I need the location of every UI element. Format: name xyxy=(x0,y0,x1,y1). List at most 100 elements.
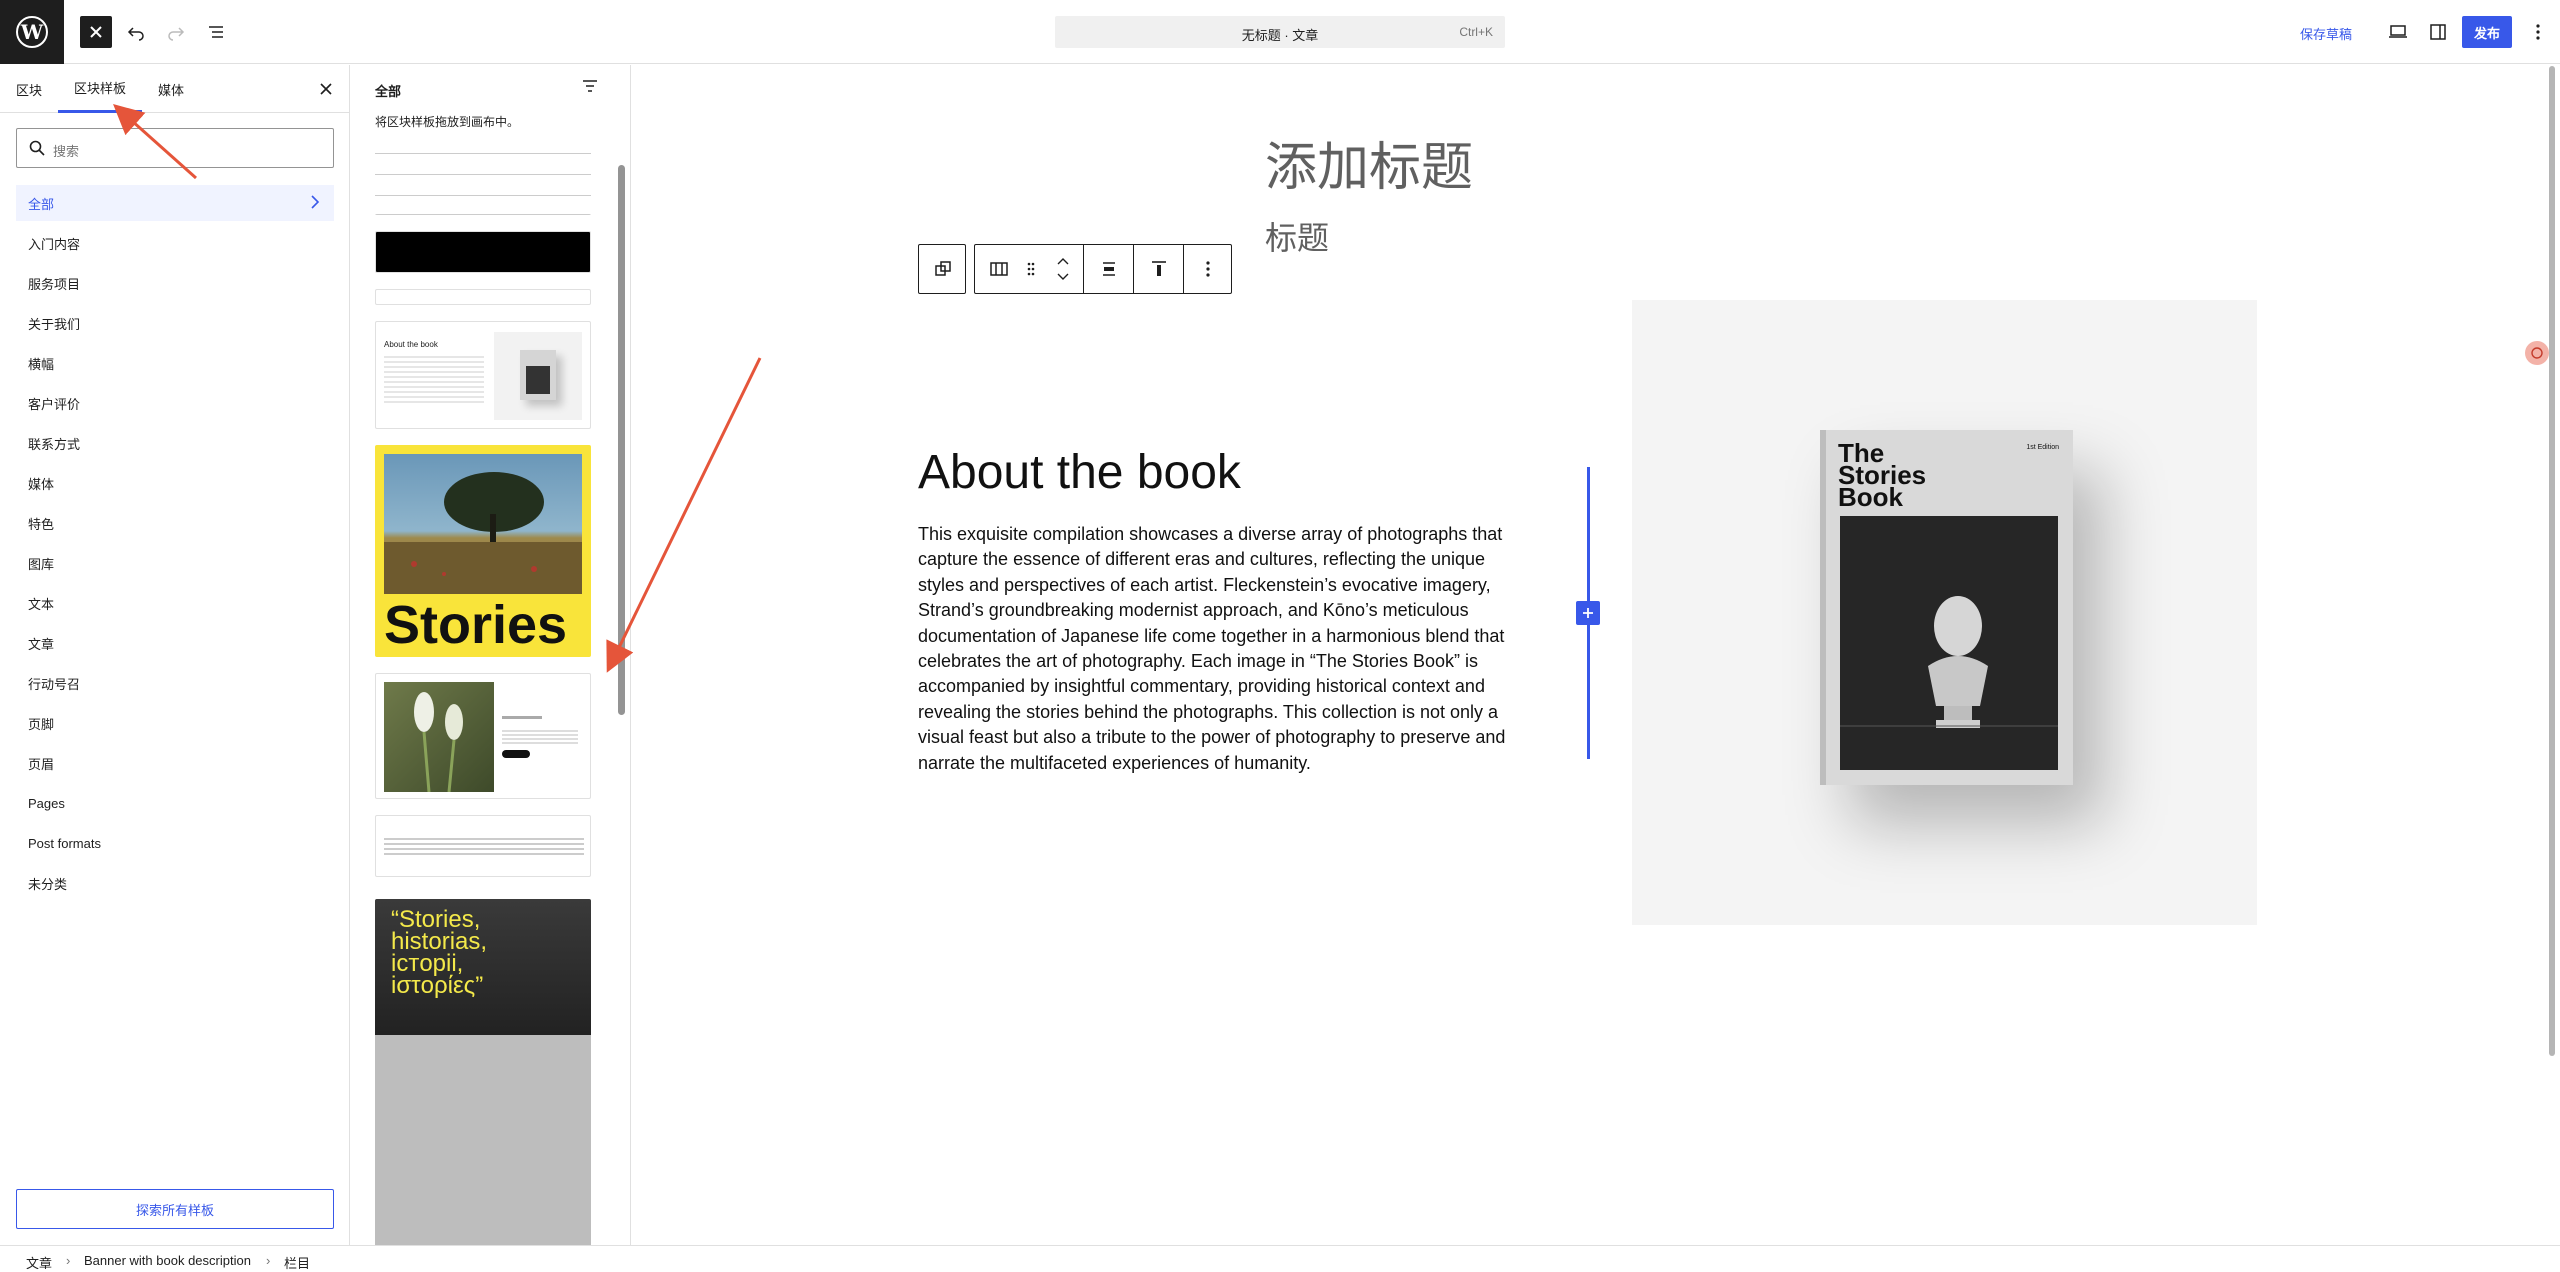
breadcrumb-columns[interactable]: 栏目 xyxy=(284,1253,310,1272)
document-title: 无标题 · 文章 xyxy=(1241,28,1319,43)
category-item[interactable]: 媒体 xyxy=(16,465,334,501)
desktop-preview-icon xyxy=(2389,25,2407,38)
bust-photo xyxy=(1840,516,2058,770)
pattern-list-scrollbar[interactable] xyxy=(618,165,625,715)
about-heading[interactable]: About the book xyxy=(918,445,1241,500)
redo-button[interactable] xyxy=(160,16,192,48)
move-up-down-buttons[interactable] xyxy=(1043,245,1083,293)
pattern-card-stories-quote[interactable]: “Stories, historias, iстopii, iστoρίες” xyxy=(375,899,591,1245)
pattern-list-panel: 全部 将区块样板拖放到画布中。 About the book Stories “… xyxy=(351,65,631,1245)
justify-button[interactable] xyxy=(1085,245,1133,293)
add-block-button[interactable] xyxy=(1576,601,1600,625)
close-icon xyxy=(90,26,102,38)
chevron-right-icon xyxy=(311,195,320,209)
search-icon xyxy=(29,140,45,156)
justify-center-icon xyxy=(1103,262,1115,276)
select-parent-button[interactable] xyxy=(918,244,966,294)
book-thumbnail xyxy=(494,332,582,420)
pattern-search-input[interactable]: 搜索 xyxy=(16,128,334,168)
category-item[interactable]: 文本 xyxy=(16,585,334,621)
category-item[interactable]: 服务项目 xyxy=(16,265,334,301)
placeholder-button xyxy=(502,750,530,758)
search-placeholder: 搜索 xyxy=(53,144,80,159)
align-top-icon xyxy=(1152,261,1166,276)
pattern-card-footer[interactable] xyxy=(375,289,591,305)
pattern-card-stories[interactable]: Stories xyxy=(375,445,591,657)
book-image-block[interactable]: The Stories Book 1st Edition xyxy=(1632,300,2257,925)
close-icon xyxy=(320,83,332,95)
drag-handle[interactable] xyxy=(1019,245,1043,293)
category-item[interactable]: 未分类 xyxy=(16,865,334,901)
heading-block[interactable]: 标题 xyxy=(1265,213,1329,259)
pattern-card-dark-banner[interactable] xyxy=(375,231,591,273)
category-item[interactable]: 入门内容 xyxy=(16,225,334,261)
pattern-card-plants[interactable] xyxy=(375,673,591,799)
category-item[interactable]: 文章 xyxy=(16,625,334,661)
drag-handle-icon xyxy=(1027,262,1035,276)
tab-blocks[interactable]: 区块 xyxy=(16,65,42,113)
pattern-card-list[interactable] xyxy=(375,145,591,215)
stories-word: Stories xyxy=(384,595,568,655)
plant-photo xyxy=(384,682,494,793)
plant-illustration xyxy=(414,692,463,793)
wordpress-logo-icon[interactable]: W xyxy=(0,0,64,64)
filter-icon[interactable] xyxy=(582,79,598,93)
chevron-up-down-icon xyxy=(1057,258,1069,280)
preview-button[interactable] xyxy=(2382,16,2414,48)
block-toolbar xyxy=(974,244,1232,294)
vertical-align-button[interactable] xyxy=(1135,245,1183,293)
breadcrumb-separator-icon: › xyxy=(66,1253,71,1268)
canvas-scrollbar[interactable] xyxy=(2549,66,2555,1056)
placeholder-lines xyxy=(502,730,578,744)
about-paragraph[interactable]: This exquisite compilation showcases a d… xyxy=(918,522,1518,776)
category-item[interactable]: 行动号召 xyxy=(16,665,334,701)
columns-block-button[interactable] xyxy=(979,245,1019,293)
undo-icon xyxy=(127,27,144,41)
category-item[interactable]: 联系方式 xyxy=(16,425,334,461)
category-item[interactable]: 横幅 xyxy=(16,345,334,381)
category-item[interactable]: 客户评价 xyxy=(16,385,334,421)
pattern-card-text[interactable] xyxy=(375,815,591,877)
breadcrumb-post[interactable]: 文章 xyxy=(26,1253,52,1272)
options-menu-button[interactable] xyxy=(2522,16,2554,48)
quote-text: “Stories, historias, iстopii, iστoρίες” xyxy=(391,906,488,999)
category-item[interactable]: 图库 xyxy=(16,545,334,581)
breadcrumb-separator-icon: › xyxy=(266,1253,271,1268)
book-cover: The Stories Book 1st Edition xyxy=(1820,430,2073,785)
save-draft-button[interactable]: 保存草稿 xyxy=(2300,24,2352,43)
tab-media[interactable]: 媒体 xyxy=(158,65,184,113)
plus-icon xyxy=(1583,608,1593,618)
breadcrumb-banner[interactable]: Banner with book description xyxy=(84,1253,251,1268)
undo-button[interactable] xyxy=(120,16,152,48)
explore-all-patterns-button[interactable]: 探索所有样板 xyxy=(16,1189,334,1229)
category-item[interactable]: Post formats xyxy=(16,825,334,861)
tree-illustration xyxy=(384,472,582,594)
book-edition: 1st Edition xyxy=(2026,444,2059,451)
category-item[interactable]: 页脚 xyxy=(16,705,334,741)
category-item[interactable]: 页眉 xyxy=(16,745,334,781)
category-all[interactable]: 全部 xyxy=(16,185,334,221)
close-panel-button[interactable] xyxy=(310,73,342,105)
settings-sidebar-button[interactable] xyxy=(2422,16,2454,48)
book-thumb-photo xyxy=(526,366,550,394)
post-title-placeholder[interactable]: 添加标题 xyxy=(1265,125,1473,200)
bust-illustration xyxy=(1840,516,2058,770)
publish-button[interactable]: 发布 xyxy=(2462,16,2512,48)
sidebar-icon xyxy=(2430,24,2446,40)
pattern-card-about-book[interactable]: About the book xyxy=(375,321,591,429)
category-label: 全部 xyxy=(28,196,55,212)
tab-patterns[interactable]: 区块样板 xyxy=(58,65,143,113)
document-overview-button[interactable] xyxy=(200,16,232,48)
command-palette-bar[interactable]: 无标题 · 文章 Ctrl+K xyxy=(1055,16,1505,48)
list-view-icon xyxy=(209,26,223,38)
close-inserter-button[interactable] xyxy=(80,16,112,48)
category-item[interactable]: 特色 xyxy=(16,505,334,541)
pattern-card-title: About the book xyxy=(384,340,438,349)
category-item[interactable]: 关于我们 xyxy=(16,305,334,341)
pattern-hint: 将区块样板拖放到画布中。 xyxy=(375,115,520,129)
accessibility-widget-icon[interactable] xyxy=(2525,341,2549,365)
category-item[interactable]: Pages xyxy=(16,785,334,821)
landscape-photo xyxy=(384,454,582,594)
block-inserter-panel: 区块 区块样板 媒体 搜索 全部 入门内容 服务项目 关于我们 横幅 客户评价 … xyxy=(0,65,350,1245)
block-options-button[interactable] xyxy=(1185,245,1231,293)
